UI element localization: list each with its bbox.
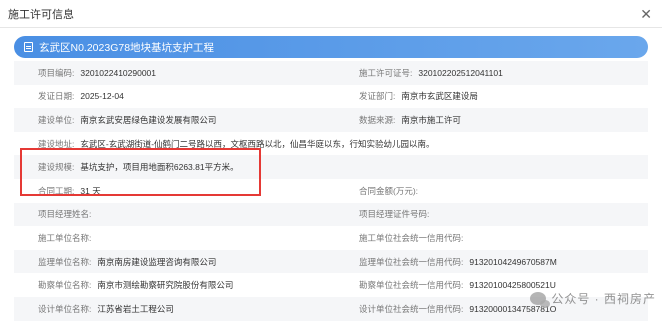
dialog-title: 施工许可信息: [8, 8, 74, 21]
supervisor-code-value: 91320104249670587M: [469, 256, 557, 267]
scale-value: 基坑支护，项目用地面积6263.81平方米。: [80, 162, 239, 173]
close-icon[interactable]: ✕: [640, 7, 652, 21]
design-unit-value: 江苏省岩土工程公司: [97, 303, 174, 314]
detail-row: 监理单位名称: 南京南房建设监理咨询有限公司 监理单位社会统一信用代码: 91320…: [14, 249, 648, 274]
watermark: 公众号 · 西祠房产: [530, 290, 656, 308]
project-code-value: 3201022410290001: [80, 67, 157, 78]
issuing-dept-value: 南京市玄武区建设局: [401, 91, 478, 102]
detail-row: 建设规模: 基坑支护，项目用地面积6263.81平方米。: [14, 155, 648, 179]
permit-details: 项目编码: 3201022410290001 施工许可证号: 32010220251…: [14, 61, 648, 321]
survey-code-label: 勘察单位社会统一信用代码:: [359, 280, 464, 291]
permit-number-value: 320102202512041101: [418, 67, 503, 78]
survey-unit-label: 勘察单位名称:: [38, 280, 92, 291]
document-icon: [24, 42, 33, 52]
scale-label: 建设规模:: [38, 162, 75, 173]
issuing-dept-label: 发证部门:: [359, 91, 396, 102]
builder-label: 建设单位:: [38, 114, 75, 125]
project-code-label: 项目编码:: [38, 67, 75, 78]
watermark-text: 公众号 · 西祠房产: [551, 292, 656, 306]
supervisor-label: 监理单位名称:: [38, 256, 92, 267]
detail-row: 建设地址: 玄武区-玄武湖街道-仙鹤门二号路以西，文枢西路以北，仙昌华庭以东，行知…: [14, 132, 648, 156]
contractor-code-label: 施工单位社会统一信用代码:: [359, 232, 464, 243]
supervisor-code-label: 监理单位社会统一信用代码:: [359, 256, 464, 267]
contractor-label: 施工单位名称:: [38, 232, 92, 243]
dialog-titlebar: 施工许可信息 ✕: [0, 0, 662, 28]
data-source-value: 南京市施工许可: [401, 114, 461, 125]
supervisor-value: 南京南房建设监理咨询有限公司: [97, 256, 217, 267]
contract-amount-label: 合同金额(万元):: [359, 185, 419, 196]
wechat-icon: [530, 292, 551, 308]
detail-row: 项目编码: 3201022410290001 施工许可证号: 32010220251…: [14, 61, 648, 85]
permit-number-label: 施工许可证号:: [359, 67, 413, 78]
contract-period-value: 31 天: [80, 185, 101, 196]
issue-date-label: 发证日期:: [38, 91, 75, 102]
detail-row: 发证日期: 2025-12-04 发证部门: 南京市玄武区建设局: [14, 85, 648, 109]
design-code-label: 设计单位社会统一信用代码:: [359, 303, 464, 314]
project-name: 玄武区N0.2023G78地块基坑支护工程: [39, 41, 215, 54]
data-source-label: 数据来源:: [359, 114, 396, 125]
design-unit-label: 设计单位名称:: [38, 303, 92, 314]
detail-row: 项目经理姓名: 项目经理证件号码:: [14, 202, 648, 227]
detail-row: 建设单位: 南京玄武安居绿色建设发展有限公司 数据来源: 南京市施工许可: [14, 108, 648, 132]
contract-period-label: 合同工期:: [38, 185, 75, 196]
detail-row: 合同工期: 31 天 合同金额(万元):: [14, 179, 648, 203]
survey-unit-value: 南京市测绘勘察研究院股份有限公司: [97, 280, 234, 291]
issue-date-value: 2025-12-04: [80, 91, 124, 102]
survey-code-value: 91320100425800521U: [469, 280, 556, 291]
detail-row: 施工单位名称: 施工单位社会统一信用代码:: [14, 226, 648, 250]
pm-name-label: 项目经理姓名:: [38, 209, 92, 220]
permit-dialog: 施工许可信息 ✕ 玄武区N0.2023G78地块基坑支护工程 项目编码: 3201…: [0, 0, 662, 321]
address-label: 建设地址:: [38, 138, 75, 149]
pm-id-label: 项目经理证件号码:: [359, 209, 430, 220]
builder-value: 南京玄武安居绿色建设发展有限公司: [80, 114, 217, 125]
project-name-bar: 玄武区N0.2023G78地块基坑支护工程: [14, 36, 648, 58]
address-value: 玄武区-玄武湖街道-仙鹤门二号路以西，文枢西路以北，仙昌华庭以东，行知实验幼儿园…: [80, 138, 435, 149]
